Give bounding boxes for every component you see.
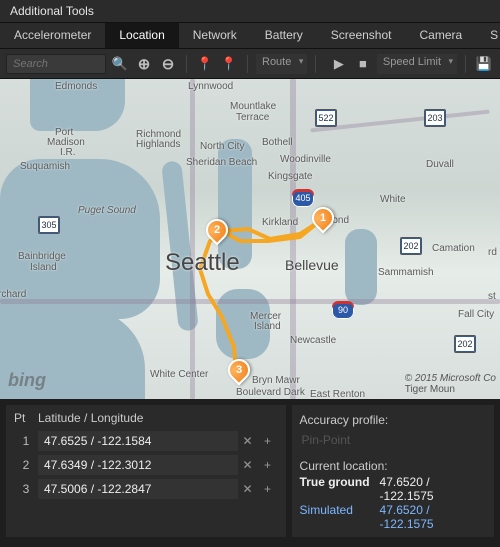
accuracy-label: Accuracy profile: [300,413,486,427]
tab-screenshot[interactable]: Screenshot [317,23,406,48]
window-title: Additional Tools [0,0,500,23]
simulated-label: Simulated [300,503,370,531]
search-icon[interactable]: 🔍 [110,54,130,74]
map-label: White [380,194,406,205]
route-mode-dropdown[interactable]: Route [256,54,307,74]
zoom-out-icon[interactable]: ⊖ [158,54,178,74]
col-header-latlon: Latitude / Longitude [38,411,143,425]
tab-accelerometer[interactable]: Accelerometer [0,23,105,48]
tab-strip: Accelerometer Location Network Battery S… [0,23,500,49]
map-label: rchard [0,289,26,300]
true-ground-value: 47.6520 / -122.1575 [380,475,486,503]
map-label: Edmonds [55,81,97,92]
delete-waypoint-icon[interactable]: ✕ [238,458,258,472]
road-shield: 405 [292,189,314,207]
true-ground-label: True ground [300,475,370,503]
simulated-value: 47.6520 / -122.1575 [380,503,486,531]
waypoint-index: 3 [14,482,38,496]
road-shield: 522 [315,109,337,127]
search-input[interactable] [6,54,106,74]
map-label: Island [254,321,281,332]
insert-waypoint-icon[interactable]: + [258,458,278,472]
map-label: Newcastle [290,335,336,346]
save-icon[interactable]: 💾 [474,54,494,74]
map-label: Sheridan Beach [186,157,257,168]
road-shield: 90 [332,301,354,319]
map-label: Suquamish [20,161,70,172]
road-shield: 202 [454,335,476,353]
remove-pin-icon[interactable]: 📍 [219,54,239,74]
map-label: Island [30,262,57,273]
map-label: East Renton [310,389,365,399]
road-shield: 202 [400,237,422,255]
delete-waypoint-icon[interactable]: ✕ [238,434,258,448]
waypoint-row: 347.5006 / -122.2847✕+ [14,477,278,501]
map-label: rd [488,247,497,258]
tab-battery[interactable]: Battery [251,23,317,48]
waypoints-panel: Pt Latitude / Longitude 147.6525 / -122.… [6,405,286,537]
map-label: Puget Sound [78,205,136,216]
map-label: I.R. [60,147,76,158]
waypoint-value[interactable]: 47.6349 / -122.3012 [38,455,238,475]
speed-dropdown[interactable]: Speed Limit [377,54,457,74]
waypoint-value[interactable]: 47.5006 / -122.2847 [38,479,238,499]
waypoint-row: 147.6525 / -122.1584✕+ [14,429,278,453]
map-city-seattle: Seattle [165,249,240,277]
map-label: Camation [432,243,475,254]
tab-camera[interactable]: Camera [405,23,476,48]
map-label: Mountlake [230,101,276,112]
map-label: Fall City [458,309,494,320]
waypoint-index: 2 [14,458,38,472]
delete-waypoint-icon[interactable]: ✕ [238,482,258,496]
map-label: Bothell [262,137,293,148]
map-label: Bryn Mawr [252,375,300,386]
insert-waypoint-icon[interactable]: + [258,434,278,448]
map-label: White Center [150,369,208,380]
location-info-panel: Accuracy profile: Pin-Point Current loca… [292,405,494,537]
map-copyright: © 2015 Microsoft Co Tiger Moun [405,373,496,395]
map-label: st [488,291,496,302]
insert-waypoint-icon[interactable]: + [258,482,278,496]
add-pin-icon[interactable]: 📍 [195,54,215,74]
waypoint-row: 247.6349 / -122.3012✕+ [14,453,278,477]
zoom-in-icon[interactable]: ⊕ [134,54,154,74]
map-label: North City [200,141,244,152]
stop-route-icon[interactable]: ■ [353,54,373,74]
map-label: Lynnwood [188,81,233,92]
location-toolbar: 🔍 ⊕ ⊖ 📍 📍 Route ▶ ■ Speed Limit 💾 [0,49,500,79]
map-pin-3[interactable]: 3 [223,354,254,385]
tab-location[interactable]: Location [105,23,178,48]
map-label: Bainbridge [18,251,66,262]
play-route-icon[interactable]: ▶ [329,54,349,74]
map-city-bellevue: Bellevue [285,257,339,273]
map-label: Woodinville [280,154,331,165]
current-location-label: Current location: [300,459,486,473]
tab-more[interactable]: S [476,23,500,48]
waypoint-value[interactable]: 47.6525 / -122.1584 [38,431,238,451]
bing-logo: bing [8,370,46,391]
tab-network[interactable]: Network [179,23,251,48]
map-label: Terrace [236,112,269,123]
map-canvas[interactable]: Seattle Bellevue Edmonds Lynnwood Mountlak… [0,79,500,399]
map-label: Duvall [426,159,454,170]
map-label: Sammamish [378,267,434,278]
map-label: Highlands [136,139,180,150]
waypoint-index: 1 [14,434,38,448]
map-label: Kingsgate [268,171,312,182]
map-label: Boulevard Dark [236,387,305,398]
accuracy-value[interactable]: Pin-Point [300,429,486,457]
map-pin-1[interactable]: 1 [307,202,338,233]
map-label: Kirkland [262,217,298,228]
col-header-pt: Pt [14,411,38,425]
